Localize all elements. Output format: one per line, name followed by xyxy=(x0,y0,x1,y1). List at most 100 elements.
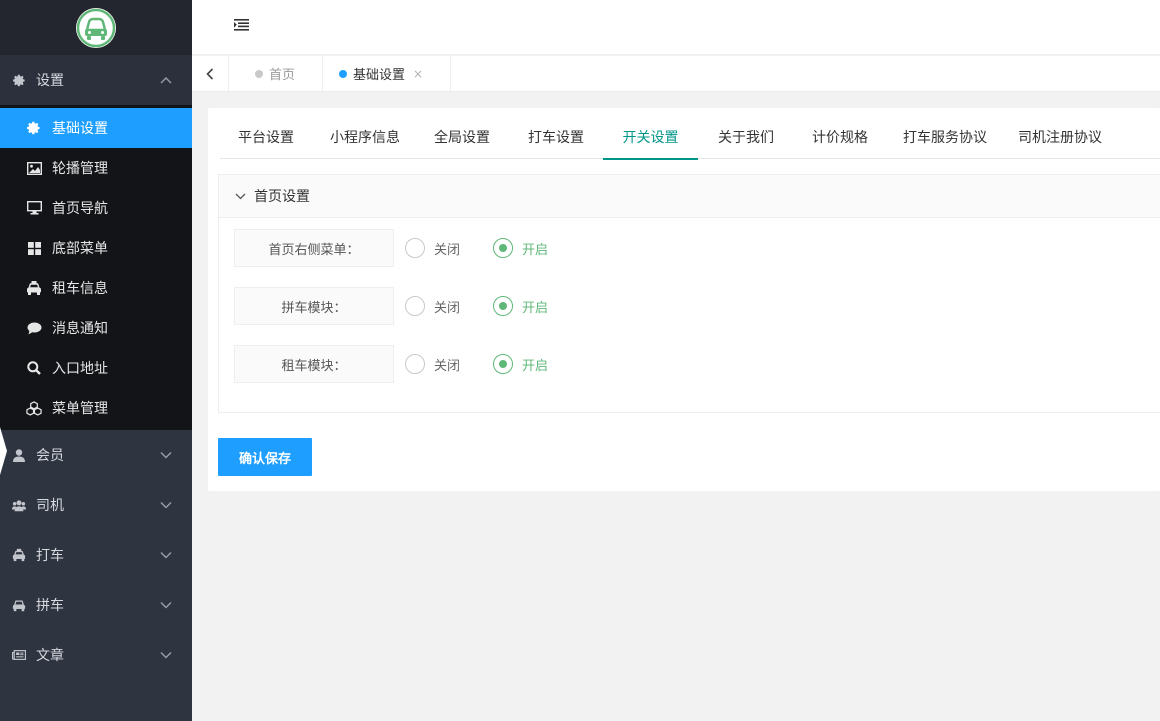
user-icon xyxy=(12,448,26,462)
taxi-icon xyxy=(26,281,42,295)
panel-title: 首页设置 xyxy=(254,189,310,205)
radio-label: 关闭 xyxy=(434,358,461,374)
search-icon xyxy=(26,361,42,375)
menu-toggle-icon[interactable] xyxy=(234,18,249,35)
sidebar-group-label: 文章 xyxy=(36,648,64,664)
sidebar-group-label: 司机 xyxy=(36,498,64,514)
setting-row: 拼车模块： 关闭 开启 xyxy=(234,287,548,325)
page-tab-bar: 首页 基础设置 × xyxy=(192,56,1160,92)
tab-global-settings[interactable]: 全局设置 xyxy=(424,122,500,158)
sidebar-item-label: 轮播管理 xyxy=(52,161,108,177)
tab-miniprogram-info[interactable]: 小程序信息 xyxy=(320,122,410,158)
sidebar-item-label: 菜单管理 xyxy=(52,401,108,417)
sidebar-group-carpool[interactable]: 拼车 xyxy=(0,580,192,630)
sidebar-item-label: 入口地址 xyxy=(52,361,108,377)
sidebar-item-label: 底部菜单 xyxy=(52,241,108,257)
chevron-down-icon xyxy=(160,547,172,563)
tab-dot xyxy=(255,69,263,78)
cubes-icon xyxy=(26,400,42,416)
settings-card: 平台设置 小程序信息 全局设置 打车设置 开关设置 关于我们 计价规格 打车服务… xyxy=(208,108,1160,491)
sidebar-group-label: 设置 xyxy=(36,73,64,89)
tab-about-us[interactable]: 关于我们 xyxy=(708,122,784,158)
radio-circle xyxy=(405,354,425,374)
monitor-icon xyxy=(26,201,42,215)
sidebar-group-settings[interactable]: 设置 xyxy=(0,55,192,105)
grid-icon xyxy=(26,241,42,255)
gear-icon xyxy=(26,121,42,135)
sidebar-group-drivers[interactable]: 司机 xyxy=(0,480,192,530)
settings-submenu: 基础设置 轮播管理 首页导航 底部菜单 租车信息 消息通知 入口地址 菜单管理 xyxy=(0,105,192,430)
sidebar-item-home-nav[interactable]: 首页导航 xyxy=(0,188,192,228)
sidebar-item-basic-settings[interactable]: 基础设置 xyxy=(0,108,192,148)
radio-off[interactable]: 关闭 xyxy=(405,296,460,316)
chevron-down-icon xyxy=(160,497,172,513)
sidebar-group-label: 拼车 xyxy=(36,598,64,614)
sidebar-item-entry-url[interactable]: 入口地址 xyxy=(0,348,192,388)
radio-label: 关闭 xyxy=(434,300,461,316)
sidebar-item-bottom-menu[interactable]: 底部菜单 xyxy=(0,228,192,268)
radio-off[interactable]: 关闭 xyxy=(405,238,460,258)
sidebar-item-label: 首页导航 xyxy=(52,201,108,217)
tab-driver-registration-agreement[interactable]: 司机注册协议 xyxy=(1012,122,1108,158)
close-icon[interactable]: × xyxy=(413,67,423,81)
radio-on[interactable]: 开启 xyxy=(493,238,548,258)
sidebar-item-carousel[interactable]: 轮播管理 xyxy=(0,148,192,188)
sidebar-item-menu-manage[interactable]: 菜单管理 xyxy=(0,388,192,428)
chevron-up-icon xyxy=(160,72,172,88)
newspaper-icon xyxy=(12,649,26,661)
setting-row: 首页右侧菜单： 关闭 开启 xyxy=(234,229,548,267)
car-icon xyxy=(12,599,26,612)
radio-circle-checked xyxy=(493,354,514,374)
radio-label: 开启 xyxy=(522,300,549,316)
sidebar-group-articles[interactable]: 文章 xyxy=(0,630,192,680)
chevron-down-icon xyxy=(235,193,246,200)
radio-off[interactable]: 关闭 xyxy=(405,354,460,374)
radio-label: 开启 xyxy=(522,358,549,374)
row-label: 首页右侧菜单： xyxy=(234,229,394,267)
tab-taxi-service-agreement[interactable]: 打车服务协议 xyxy=(900,122,990,158)
setting-row: 租车模块： 关闭 开启 xyxy=(234,345,548,383)
sidebar-item-rental-info[interactable]: 租车信息 xyxy=(0,268,192,308)
sidebar-item-notifications[interactable]: 消息通知 xyxy=(0,308,192,348)
row-label: 拼车模块： xyxy=(234,287,394,325)
top-header xyxy=(192,0,1160,55)
taxi-icon xyxy=(12,548,26,562)
users-icon xyxy=(12,499,26,512)
chevron-left-icon xyxy=(206,67,214,80)
page-tab-label: 基础设置 xyxy=(353,68,406,83)
sidebar: 设置 基础设置 轮播管理 首页导航 底部菜单 租车信息 消息通知 入口地址 菜单… xyxy=(0,0,192,721)
confirm-save-button[interactable]: 确认保存 xyxy=(218,438,312,476)
settings-tabs: 平台设置 小程序信息 全局设置 打车设置 开关设置 关于我们 计价规格 打车服务… xyxy=(220,122,1160,160)
sidebar-group-taxi[interactable]: 打车 xyxy=(0,530,192,580)
sidebar-group-members[interactable]: 会员 xyxy=(0,430,192,480)
page-tab-home[interactable]: 首页 xyxy=(229,56,323,91)
radio-label: 开启 xyxy=(522,242,549,258)
page-tab-label: 首页 xyxy=(269,68,296,83)
radio-circle xyxy=(405,296,425,316)
panel-header[interactable]: 首页设置 xyxy=(219,175,1160,218)
chat-bubble-icon xyxy=(26,322,42,335)
radio-circle xyxy=(405,238,425,258)
radio-circle-checked xyxy=(493,296,514,316)
sidebar-item-label: 基础设置 xyxy=(52,121,108,137)
page-tab-basic-settings[interactable]: 基础设置 × xyxy=(323,56,451,91)
car-logo-icon xyxy=(76,8,116,47)
radio-on[interactable]: 开启 xyxy=(493,296,548,316)
logo[interactable] xyxy=(76,7,116,48)
radio-on[interactable]: 开启 xyxy=(493,354,548,374)
sidebar-item-label: 消息通知 xyxy=(52,321,108,337)
tab-dot xyxy=(339,69,347,78)
sidebar-group-label: 打车 xyxy=(36,548,64,564)
home-settings-panel: 首页设置 首页右侧菜单： 关闭 开启 拼车模块： 关闭 开启 租车模块： 关闭 … xyxy=(218,174,1160,413)
sidebar-group-label: 会员 xyxy=(36,448,64,464)
image-icon xyxy=(26,161,42,175)
sidebar-active-notch xyxy=(0,427,7,475)
tab-pricing-rules[interactable]: 计价规格 xyxy=(802,122,878,158)
tab-platform-settings[interactable]: 平台设置 xyxy=(228,122,304,158)
radio-circle-checked xyxy=(493,238,514,258)
chevron-down-icon xyxy=(160,597,172,613)
tab-switch-settings[interactable]: 开关设置 xyxy=(603,122,698,160)
logo-area xyxy=(0,0,192,55)
tab-taxi-settings[interactable]: 打车设置 xyxy=(518,122,594,158)
tab-scroll-left-button[interactable] xyxy=(192,56,229,91)
